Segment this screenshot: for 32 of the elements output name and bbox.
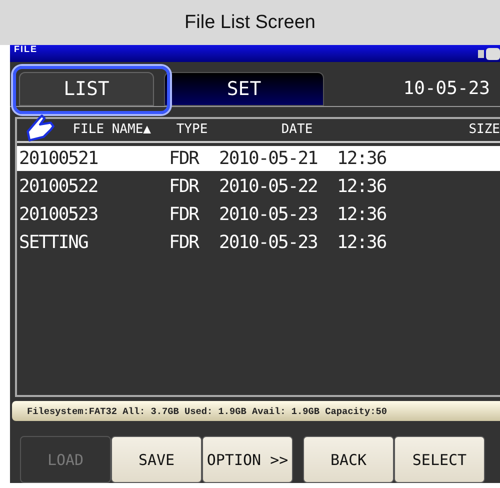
screen-caption: File List Screen [0,0,500,45]
file-name: 20100523 [18,204,99,224]
pointing-hand-icon [26,113,56,143]
tab[interactable]: SET [164,72,324,106]
usb-icon [478,48,500,60]
screen-title: FILE [14,45,38,53]
status-bar: Filesystem:FAT32 All: 3.7GB Used: 1.9GB Avail: 1.9GB Capacity:50 [12,401,500,421]
file-date: 2010-05-23 12:36 [218,232,388,252]
date-text: 10-05-23 [403,78,490,100]
file-name: SETTING [18,232,89,252]
column-header[interactable]: DATE [217,122,377,137]
file-type: FDR [168,176,200,196]
file-name: 20100522 [18,176,99,196]
file-date: 2010-05-22 12:36 [218,176,388,196]
column-header[interactable]: SIZE [377,122,500,137]
file-type: FDR [168,204,200,224]
column-header[interactable]: FILE NAME▲ [17,122,167,137]
soft-key-button[interactable]: BACK [303,436,394,483]
soft-key-button[interactable]: SAVE [111,436,202,483]
soft-key-button[interactable]: OPTION >> [202,436,293,483]
file-row[interactable]: 20100521 FDR 2010-05-21 12:36 [17,146,500,170]
file-row[interactable]: 20100522 FDR 2010-05-22 12:36 [17,174,500,198]
tab[interactable]: LIST [19,72,154,106]
file-date: 2010-05-21 12:36 [218,148,388,168]
file-row[interactable]: SETTING FDR 2010-05-23 12:36 [17,230,500,254]
file-type: FDR [168,232,200,252]
file-type: FDR [168,148,200,168]
file-name: 20100521 [18,148,99,168]
soft-key-button[interactable]: SELECT [394,436,485,483]
file-date: 2010-05-23 12:36 [218,204,388,224]
column-header[interactable]: TYPE [167,122,217,137]
file-row[interactable]: 20100523 FDR 2010-05-23 12:36 [17,202,500,226]
